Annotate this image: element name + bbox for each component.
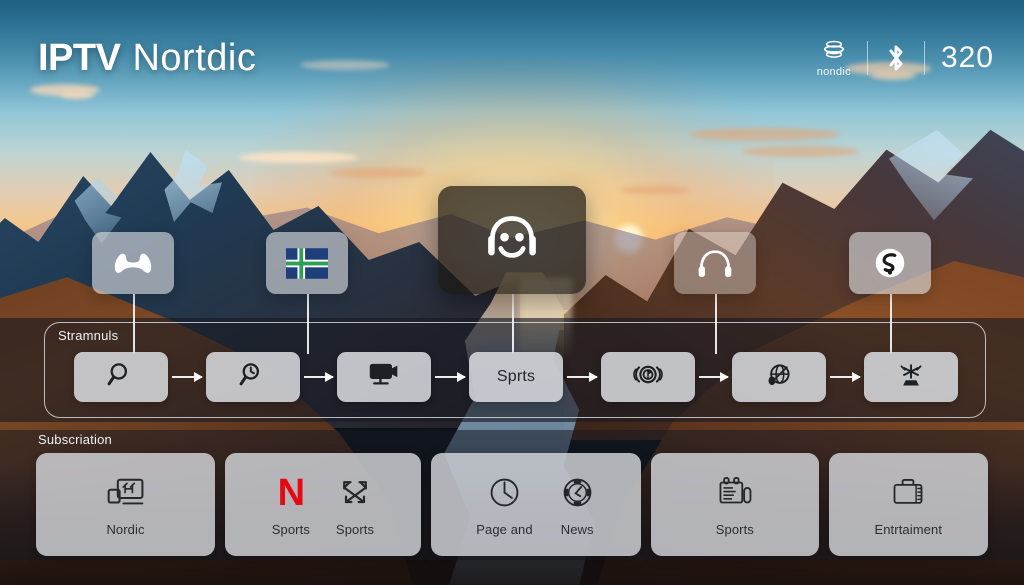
- globe-satellite-icon: [763, 361, 795, 394]
- smiley-headphones-icon: [479, 211, 545, 269]
- subscription-card[interactable]: Entrtaiment: [828, 453, 988, 556]
- subscription-item-label: Sports: [335, 521, 375, 537]
- search-icon: [106, 360, 136, 395]
- flow-arrow: [303, 372, 335, 382]
- s-badge-icon: [871, 244, 909, 282]
- subscription-item-label: Entrtaiment: [874, 521, 943, 537]
- step-tv-screen[interactable]: [337, 352, 432, 402]
- gamepad-icon: [110, 247, 156, 280]
- headphones-icon: [695, 246, 735, 281]
- subscription-label: Subscriation: [38, 432, 112, 447]
- flow-arrow: [830, 372, 861, 382]
- award-badge-icon: [632, 361, 664, 393]
- top-card-headphones[interactable]: [674, 232, 756, 294]
- step-search[interactable]: [74, 352, 168, 402]
- flow-arrow: [567, 372, 598, 382]
- subscription-item-label: Sports: [271, 521, 310, 537]
- streams-panel-label: Stramnuls: [58, 328, 119, 343]
- flow-arrow: [698, 372, 730, 382]
- subscription-item-expand-sports[interactable]: Sports: [336, 473, 374, 537]
- subscription-item-news[interactable]: News: [559, 473, 596, 537]
- top-card-nordic-flag[interactable]: [266, 232, 348, 294]
- step-globe-satellite[interactable]: [732, 352, 827, 402]
- iptv-nordic-screen: IPTV Nortdic nondic 320 Stramnuls Sprts …: [0, 0, 1024, 585]
- subscription-item-netflix-sports[interactable]: N Sports: [272, 473, 310, 537]
- top-card-gamepad[interactable]: [92, 232, 174, 294]
- netflix-n-icon: N: [277, 471, 305, 514]
- top-card-s-badge[interactable]: [849, 232, 931, 294]
- subscription-item-label: Page and: [476, 521, 533, 537]
- subscription-item-entertainment[interactable]: Entrtaiment: [874, 473, 942, 537]
- expand-arrows-icon: [337, 473, 373, 513]
- devices-screen-icon: [105, 473, 147, 513]
- top-card-featured-smiley-headphones[interactable]: [438, 186, 586, 294]
- briefcase-film-icon: [889, 473, 927, 513]
- subscription-item-nordic[interactable]: Nordic: [105, 473, 147, 537]
- news-article-icon: [715, 473, 755, 513]
- tv-screen-icon: [368, 361, 400, 393]
- step-sports-label[interactable]: Sprts: [469, 352, 564, 402]
- clock-icon: [486, 473, 523, 513]
- flow-arrow: [172, 372, 203, 382]
- subscription-item-label: News: [560, 521, 594, 537]
- subscription-card[interactable]: Sports: [651, 453, 819, 556]
- subscription-card[interactable]: Nordic: [36, 453, 216, 556]
- step-award-badge[interactable]: [600, 352, 695, 402]
- subscription-item-news-sports[interactable]: Sports: [715, 473, 755, 537]
- subscription-card[interactable]: Page and News: [430, 453, 642, 556]
- nordic-flag-icon: [286, 247, 328, 279]
- search-clock-icon: [238, 360, 268, 395]
- step-search-history[interactable]: [205, 352, 300, 402]
- step-label: Sprts: [496, 368, 536, 385]
- broadcast-tower-icon: [895, 361, 927, 394]
- subscription-item-label: Sports: [715, 521, 754, 537]
- compass-icon: [559, 473, 596, 513]
- top-icon-cards: [0, 0, 1024, 354]
- flow-arrow: [435, 372, 466, 382]
- subscription-item-label: Nordic: [106, 521, 145, 537]
- subscription-row: Nordic N Sports Sports Page and News Spo…: [36, 453, 988, 556]
- subscription-item-page-and[interactable]: Page and: [476, 473, 533, 537]
- stream-step-row: Sprts: [74, 349, 959, 405]
- step-broadcast-tower[interactable]: [864, 352, 959, 402]
- subscription-card[interactable]: N Sports Sports: [225, 453, 421, 556]
